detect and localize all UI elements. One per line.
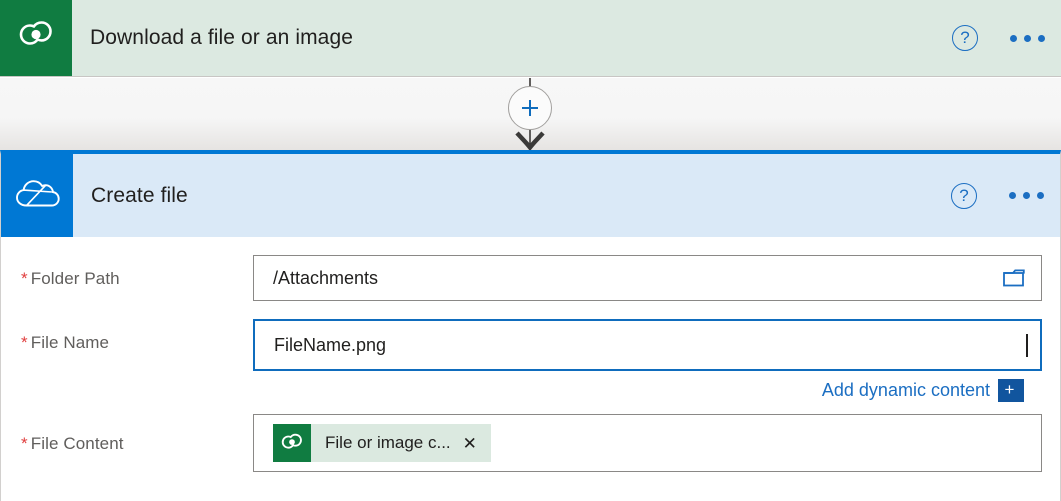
encodian-swirl-icon (273, 424, 311, 462)
field-control-file-name: FileName.png Add dynamic content + (253, 319, 1060, 402)
close-icon[interactable]: ✕ (463, 435, 491, 452)
help-icon[interactable]: ? (951, 183, 977, 209)
required-asterisk: * (21, 333, 28, 352)
action-title-create-file: Create file (91, 184, 188, 208)
onedrive-cloud-icon (14, 175, 60, 216)
text-cursor (1026, 334, 1028, 357)
field-label-file-name: *File Name (21, 319, 253, 353)
create-file-form: *Folder Path /Attachments *File Name (1, 255, 1060, 472)
action-header-controls-download: ? (952, 25, 1047, 51)
field-label-folder-path: *Folder Path (21, 255, 253, 289)
field-label-file-content: *File Content (21, 414, 253, 454)
add-dynamic-content-plus-button[interactable]: + (998, 379, 1024, 402)
field-folder-path: *Folder Path /Attachments (1, 255, 1060, 301)
field-label-text: Folder Path (31, 269, 120, 288)
file-content-input[interactable]: File or image c... ✕ (253, 414, 1042, 472)
action-card-create-file[interactable]: Create file ? *Folder Path /Attachments (0, 150, 1061, 501)
file-name-value: FileName.png (274, 335, 1025, 356)
folder-path-value: /Attachments (273, 268, 1001, 289)
field-file-name: *File Name FileName.png Add dynamic cont… (1, 319, 1060, 402)
plus-icon (518, 96, 542, 120)
action-header-download[interactable]: Download a file or an image ? (72, 0, 1061, 76)
help-icon[interactable]: ? (952, 25, 978, 51)
connector-icon-tile-onedrive (1, 154, 73, 237)
connector-icon-tile-encodian (0, 0, 72, 76)
more-dot (1038, 35, 1045, 42)
add-dynamic-content-link[interactable]: Add dynamic content (822, 380, 990, 401)
dynamic-content-token[interactable]: File or image c... ✕ (273, 424, 491, 462)
add-step-button[interactable] (508, 86, 552, 130)
more-dot (1010, 35, 1017, 42)
field-control-folder-path: /Attachments (253, 255, 1060, 301)
add-dynamic-content-row: Add dynamic content + (253, 379, 1042, 402)
more-dot (1024, 35, 1031, 42)
more-options-icon[interactable] (1007, 186, 1046, 205)
action-header-controls-create-file: ? (951, 183, 1046, 209)
more-dot (1023, 192, 1030, 199)
folder-icon[interactable] (1001, 266, 1029, 290)
more-options-icon[interactable] (1008, 29, 1047, 48)
more-dot (1037, 192, 1044, 199)
action-card-download[interactable]: Download a file or an image ? (0, 0, 1061, 77)
required-asterisk: * (21, 434, 28, 453)
field-label-text: File Content (31, 434, 124, 453)
field-control-file-content: File or image c... ✕ (253, 414, 1060, 472)
action-header-create-file[interactable]: Create file ? (1, 154, 1060, 237)
folder-path-input[interactable]: /Attachments (253, 255, 1042, 301)
required-asterisk: * (21, 269, 28, 288)
file-name-input[interactable]: FileName.png (253, 319, 1042, 371)
more-dot (1009, 192, 1016, 199)
action-header-body-create-file[interactable]: Create file ? (73, 154, 1060, 237)
field-file-content: *File Content File or image c... ✕ (1, 414, 1060, 472)
action-title-download: Download a file or an image (90, 26, 353, 50)
connector-arrow-icon (508, 130, 552, 152)
flow-connector (0, 78, 1061, 150)
encodian-swirl-icon (15, 15, 57, 62)
field-label-text: File Name (31, 333, 109, 352)
token-label: File or image c... (311, 433, 463, 453)
